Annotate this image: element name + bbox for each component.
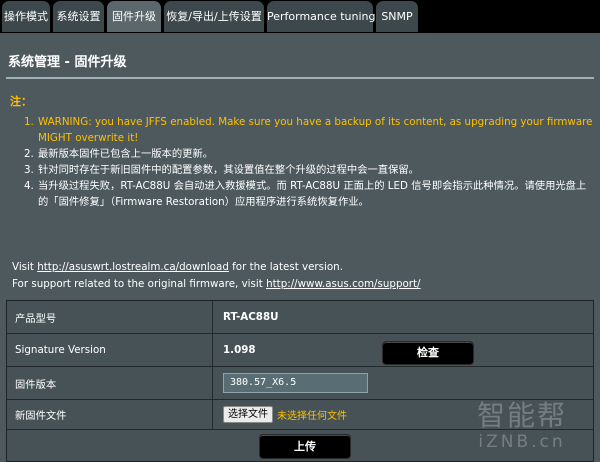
signature-value: 1.098 [223,344,256,356]
tab-label: 操作模式 [4,10,48,23]
note-number: 3. [24,164,34,176]
firmware-version-cell: 380.57_X6.5 [214,367,593,399]
new-firmware-label: 新固件文件 [7,400,213,429]
note-text: 针对同时存在于新旧固件中的配置参数，其设置值在整个升级的过程中会一直保留。 [38,164,419,176]
note-item: 3. 针对同时存在于新旧固件中的配置参数，其设置值在整个升级的过程中会一直保留。 [24,162,594,178]
version-links: Visit http://asuswrt.lostrealm.ca/downlo… [12,259,592,293]
tab-system-settings[interactable]: 系统设置 [53,1,104,32]
note-text: 最新版本固件已包含上一版本的更新。 [38,148,214,160]
note-text: WARNING: you have JFFS enabled. Make sur… [38,116,593,144]
signature-label: Signature Version [7,334,213,366]
note-number: 2. [24,148,34,160]
tab-snmp[interactable]: SNMP [376,1,418,32]
table-row-new-firmware: 新固件文件 选择文件 未选择任何文件 [7,400,593,430]
notes-list: 1. WARNING: you have JFFS enabled. Make … [24,114,594,210]
table-row-model: 产品型号 RT-AC88U [7,301,593,334]
note-item: 2. 最新版本固件已包含上一版本的更新。 [24,146,594,162]
tab-firmware-upgrade[interactable]: 固件升级 [107,1,161,32]
main-panel: 系统管理 - 固件升级 注： 1. WARNING: you have JFFS… [0,33,600,462]
support-line: For support related to the original firm… [12,276,592,293]
no-file-selected-text: 未选择任何文件 [277,411,347,422]
model-label: 产品型号 [7,301,213,333]
choose-file-button[interactable]: 选择文件 [223,406,273,423]
check-button[interactable]: 检查 [382,341,474,365]
firmware-version-label: 固件版本 [7,367,213,399]
latest-version-link[interactable]: http://asuswrt.lostrealm.ca/download [37,261,229,273]
model-value: RT-AC88U [223,311,279,323]
signature-cell: 1.098 检查 [214,334,593,366]
table-row-signature: Signature Version 1.098 检查 [7,334,593,367]
tab-operation-mode[interactable]: 操作模式 [2,1,50,32]
page-title: 系统管理 - 固件升级 [8,55,127,70]
tab-bar: 操作模式 系统设置 固件升级 恢复/导出/上传设置 Performance tu… [0,0,600,33]
upload-button[interactable]: 上传 [259,434,351,459]
support-link[interactable]: http://www.asus.com/support/ [266,278,420,290]
note-item-warning: 1. WARNING: you have JFFS enabled. Make … [24,114,594,146]
note-number: 4. [24,180,34,192]
tab-restore-save-upload[interactable]: 恢复/导出/上传设置 [164,1,264,32]
tab-label: 系统设置 [56,10,101,23]
model-cell: RT-AC88U [214,301,593,333]
latest-version-line: Visit http://asuswrt.lostrealm.ca/downlo… [12,259,592,276]
support-prefix: For support related to the original firm… [12,278,267,290]
firmware-form-table: 产品型号 RT-AC88U Signature Version 1.098 检查… [6,300,594,462]
title-divider [6,77,594,79]
tab-performance-tuning[interactable]: Performance tuning [267,1,376,32]
firmware-version-field[interactable]: 380.57_X6.5 [223,373,368,393]
table-row-firmware-version: 固件版本 380.57_X6.5 [7,367,593,400]
tab-label: SNMP [381,10,413,23]
new-firmware-cell: 选择文件 未选择任何文件 [214,400,593,429]
visit-suffix: for the latest version. [228,261,343,273]
visit-prefix: Visit [12,261,38,273]
note-item: 4. 当升级过程失败，RT-AC88U 会自动进入救援模式。而 RT-AC88U… [24,178,594,210]
note-number: 1. [24,116,34,128]
tab-label: Performance tuning [267,10,376,23]
tab-label: 固件升级 [112,10,156,23]
tab-label: 恢复/导出/上传设置 [166,10,262,23]
notes-label: 注： [10,95,32,108]
note-text: 当升级过程失败，RT-AC88U 会自动进入救援模式。而 RT-AC88U 正面… [38,180,587,208]
